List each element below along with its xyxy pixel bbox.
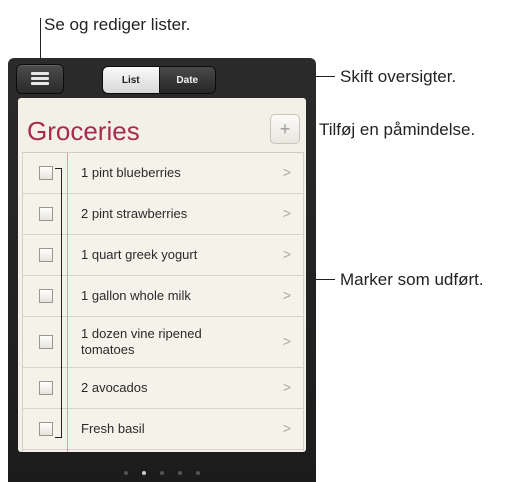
checkbox-bracket-bottom [55,437,62,438]
list-item[interactable]: 1 dozen vine ripened tomatoes > [23,317,303,368]
completion-checkbox[interactable] [39,166,53,180]
chevron-right-icon[interactable]: > [283,164,291,180]
item-label: Fresh basil [81,421,145,436]
completion-checkbox[interactable] [39,381,53,395]
item-label: 1 gallon whole milk [81,288,191,303]
checkbox-bracket-top [55,168,62,169]
item-label: 1 quart greek yogurt [81,247,198,262]
chevron-right-icon[interactable]: > [283,287,291,303]
list-item[interactable]: 2 pint strawberries > [23,194,303,235]
page-dot [196,471,200,475]
item-label: 1 pint blueberries [81,165,181,180]
view-switcher: List Date [102,66,216,94]
list-item[interactable]: Fresh basil > [23,409,303,450]
page-dot [124,471,128,475]
reminders-screen: List Date Groceries + 1 pint blueberries… [8,58,316,482]
page-dot-current [142,471,146,475]
chevron-right-icon[interactable]: > [283,420,291,436]
menu-icon [31,72,49,86]
list-item[interactable]: 1 pint blueberries > [23,153,303,194]
completion-checkbox[interactable] [39,422,53,436]
chevron-right-icon[interactable]: > [283,246,291,262]
list-item[interactable]: 2 avocados > [23,368,303,409]
reminder-list: 1 pint blueberries > 2 pint strawberries… [22,152,304,452]
callout-mark-complete: Marker som udført. [340,270,484,289]
list-item[interactable]: 1 gallon whole milk > [23,276,303,317]
item-label: 2 pint strawberries [81,206,188,221]
margin-line [67,153,68,452]
item-label: 1 dozen vine ripened tomatoes [81,326,202,357]
page-dot [160,471,164,475]
tab-list[interactable]: List [103,67,159,93]
chevron-right-icon[interactable]: > [283,379,291,395]
chevron-right-icon[interactable]: > [283,333,291,349]
list-item[interactable]: 1 quart greek yogurt > [23,235,303,276]
tab-date[interactable]: Date [158,67,215,93]
completion-checkbox[interactable] [39,248,53,262]
page-dot [178,471,182,475]
checkbox-bracket [61,168,62,438]
completion-checkbox[interactable] [39,207,53,221]
page-indicator[interactable] [8,462,316,480]
chevron-right-icon[interactable]: > [283,205,291,221]
completion-checkbox[interactable] [39,335,53,349]
callout-lists: Se og rediger lister. [44,15,191,34]
list-title: Groceries [27,116,140,146]
callout-add-reminder: Tilføj en påmindelse. [319,120,476,139]
completion-checkbox[interactable] [39,289,53,303]
item-label: 2 avocados [81,380,148,395]
callout-views: Skift oversigter. [340,67,457,86]
menu-button[interactable] [16,64,64,94]
add-reminder-button[interactable]: + [270,114,300,144]
